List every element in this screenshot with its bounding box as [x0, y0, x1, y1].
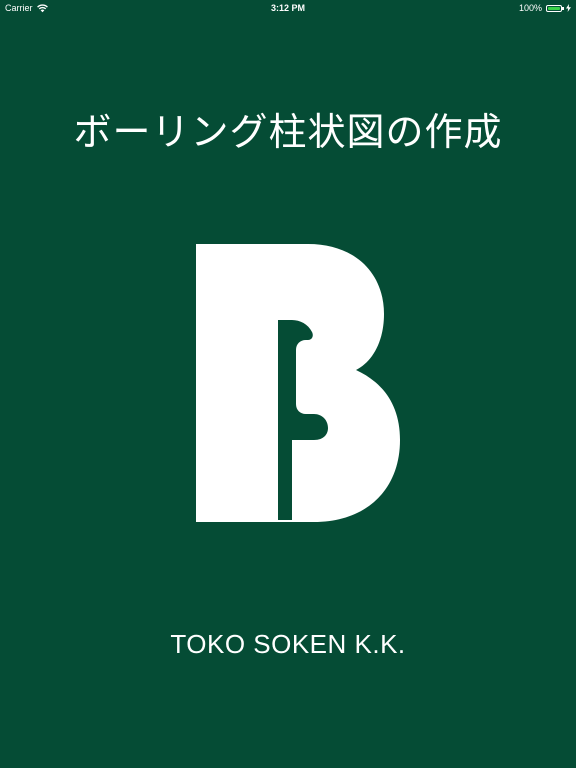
status-right: 100% — [519, 0, 571, 16]
battery-percent: 100% — [518, 3, 542, 13]
splash-screen: Carrier 3:12 PM 100% ボーリング柱状図の作成 TOKO SO… — [0, 0, 576, 768]
app-title: ボーリング柱状図の作成 — [73, 112, 503, 154]
status-time: 3:12 PM — [270, 3, 305, 13]
status-bar: Carrier 3:12 PM 100% — [0, 0, 576, 16]
charging-icon — [566, 4, 571, 12]
battery-nub — [562, 6, 564, 10]
company-name: TOKO SOKEN K.K. — [170, 629, 406, 659]
battery-fill — [548, 6, 560, 10]
battery-icon — [546, 4, 564, 12]
b-logo-icon — [196, 244, 400, 522]
